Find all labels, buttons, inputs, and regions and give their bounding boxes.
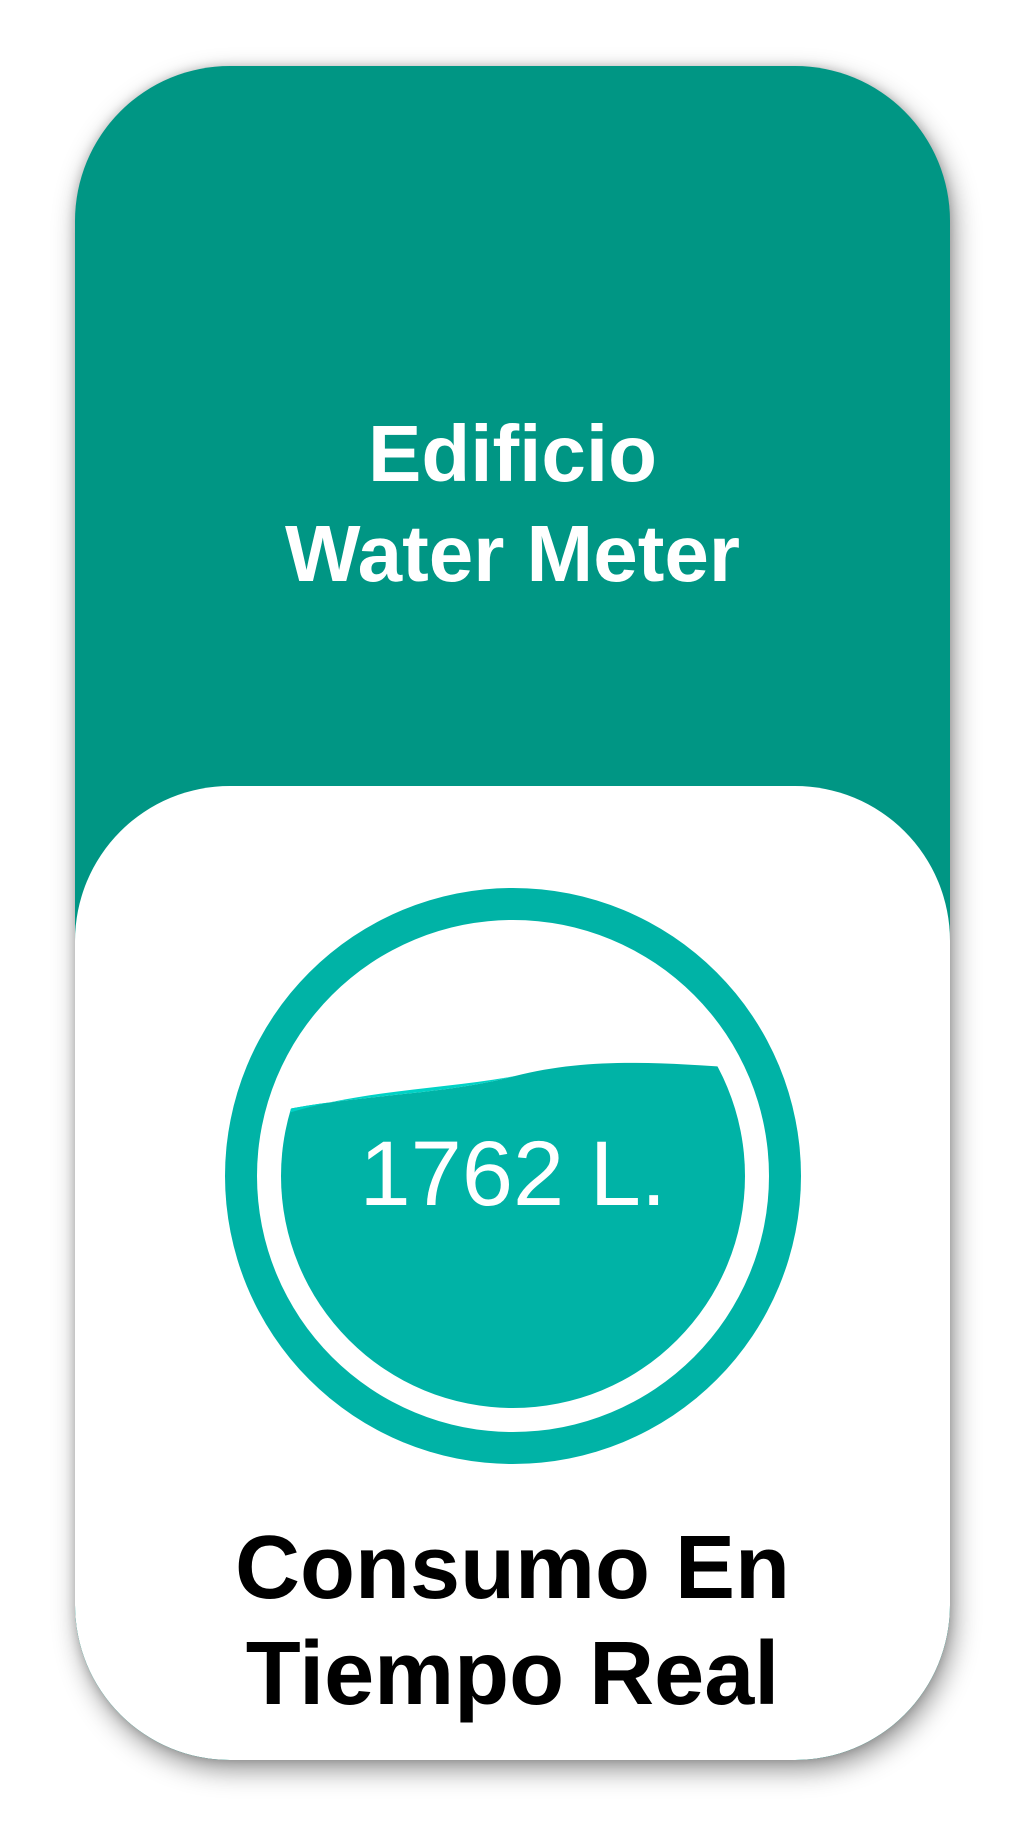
consumption-reading: 1762 L. (359, 1123, 667, 1225)
realtime-consumption-line-2: Tiempo Real (245, 1624, 780, 1724)
app-title: Edificio Water Meter (75, 404, 950, 604)
app-title-line-2: Water Meter (285, 509, 740, 598)
realtime-consumption-line-1: Consumo En (235, 1518, 790, 1618)
realtime-consumption-label: Consumo En Tiempo Real (75, 1515, 950, 1727)
app-title-line-1: Edificio (368, 409, 657, 498)
water-meter-card: Edificio Water Meter 1762 L. Consumo En … (75, 66, 950, 1760)
